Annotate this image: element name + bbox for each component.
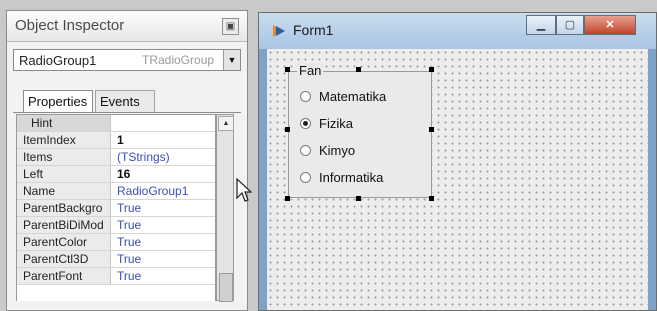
radio-label: Informatika [319, 170, 384, 185]
property-key: ParentColor [17, 234, 111, 250]
property-row-parentbackground[interactable]: ParentBackgro True [17, 200, 215, 217]
radio-group-caption: Fan [297, 63, 324, 78]
selection-handle[interactable] [285, 67, 290, 72]
selection-handle[interactable] [429, 67, 434, 72]
property-row-parentfont[interactable]: ParentFont True [17, 268, 215, 285]
property-value[interactable]: (TStrings) [117, 149, 170, 165]
minimize-icon[interactable]: ▁ [526, 15, 556, 35]
component-selector[interactable]: RadioGroup1 TRadioGroup ▼ [13, 49, 241, 71]
property-grid-scrollbar[interactable]: ▲ [216, 114, 234, 302]
radio-button[interactable] [300, 145, 311, 156]
property-value[interactable]: True [117, 200, 141, 216]
component-name: RadioGroup1 [19, 53, 97, 68]
property-key: Left [17, 166, 111, 182]
property-value[interactable]: True [117, 268, 141, 284]
mouse-cursor-icon [236, 178, 252, 202]
maximize-icon[interactable]: ▢ [556, 15, 584, 35]
selection-handle[interactable] [356, 67, 361, 72]
tab-events[interactable]: Events [95, 90, 155, 112]
radio-button[interactable] [300, 118, 311, 129]
selection-handle[interactable] [285, 127, 290, 132]
radio-label: Matematika [319, 89, 387, 104]
component-class: TRadioGroup [142, 53, 215, 67]
radio-label: Kimyo [319, 143, 356, 158]
selection-handle[interactable] [356, 196, 361, 201]
property-value[interactable]: 1 [117, 132, 124, 148]
form-title: Form1 [293, 22, 334, 38]
delphi-logo-icon [273, 25, 285, 37]
property-value[interactable]: True [117, 251, 141, 267]
property-key: Items [17, 149, 111, 165]
object-inspector-title: Object Inspector [15, 17, 125, 34]
object-inspector-titlebar: Object Inspector ▣ [7, 11, 247, 42]
radio-button[interactable] [300, 172, 311, 183]
property-value[interactable]: True [117, 234, 141, 250]
radio-label: Fizika [319, 116, 353, 131]
property-row-name[interactable]: Name RadioGroup1 [17, 183, 215, 200]
property-key: Hint [17, 115, 111, 131]
selection-handle[interactable] [429, 196, 434, 201]
selection-handle[interactable] [429, 127, 434, 132]
property-key: ParentBiDiMod [17, 217, 111, 233]
tab-divider [13, 112, 241, 113]
scroll-up-icon[interactable]: ▲ [218, 116, 234, 131]
property-row-parentctl3d[interactable]: ParentCtl3D True [17, 251, 215, 268]
property-key: ItemIndex [17, 132, 111, 148]
property-key: Name [17, 183, 111, 199]
form-titlebar[interactable]: Form1 ▁ ▢ ✕ [259, 13, 656, 49]
radio-group[interactable]: Fan Matematika Fizika Kimyo Informatika [288, 63, 432, 198]
property-row-hint[interactable]: Hint [17, 115, 215, 132]
property-grid: Hint ItemIndex 1 Items (TStrings) Left 1… [16, 114, 216, 301]
tab-properties[interactable]: Properties [23, 90, 93, 112]
scrollbar-thumb[interactable] [219, 273, 233, 302]
selection-handle[interactable] [285, 196, 290, 201]
property-key: ParentCtl3D [17, 251, 111, 267]
property-key: ParentBackgro [17, 200, 111, 216]
property-value[interactable]: RadioGroup1 [117, 183, 188, 199]
property-row-left[interactable]: Left 16 [17, 166, 215, 183]
chevron-down-icon[interactable]: ▼ [223, 50, 240, 70]
property-value[interactable]: True [117, 217, 141, 233]
property-row-items[interactable]: Items (TStrings) [17, 149, 215, 166]
property-row-parentbidimode[interactable]: ParentBiDiMod True [17, 217, 215, 234]
pin-icon[interactable]: ▣ [222, 18, 239, 35]
property-row-parentcolor[interactable]: ParentColor True [17, 234, 215, 251]
close-icon[interactable]: ✕ [584, 15, 636, 35]
property-row-itemindex[interactable]: ItemIndex 1 [17, 132, 215, 149]
property-value[interactable]: 16 [117, 166, 130, 182]
radio-button[interactable] [300, 91, 311, 102]
property-key: ParentFont [17, 268, 111, 284]
